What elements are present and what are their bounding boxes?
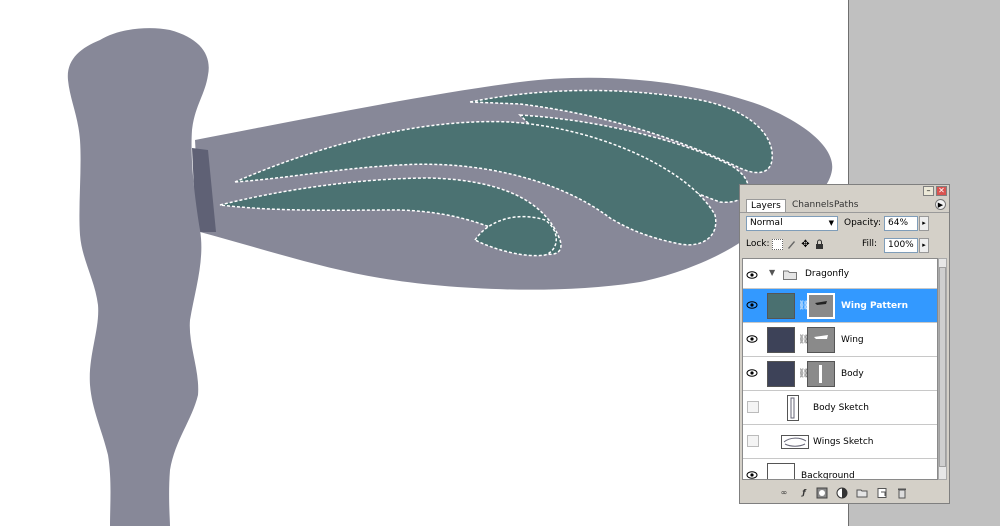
mask-icon[interactable] (816, 487, 828, 499)
tab-layers[interactable]: Layers (746, 199, 786, 212)
folder-icon (783, 270, 797, 280)
eye-icon[interactable] (745, 332, 759, 346)
layer-thumbnail (767, 361, 795, 387)
chevron-down-icon: ▼ (828, 219, 834, 227)
layer-thumbnail (767, 463, 795, 479)
visibility-toggle-off[interactable] (747, 435, 759, 447)
layer-row-body[interactable]: ⛓ Body (743, 357, 937, 391)
opacity-input[interactable]: 64% (884, 216, 918, 231)
scrollbar-thumb[interactable] (939, 267, 946, 467)
palette-bottom-toolbar: ∞ ƒ (740, 485, 949, 503)
blend-mode-select[interactable]: Normal ▼ (746, 216, 838, 231)
lock-move-icon[interactable]: ✥ (800, 239, 811, 250)
minimize-button[interactable]: – (923, 186, 934, 196)
layer-thumbnail (781, 435, 809, 449)
layer-name: Body (841, 369, 864, 379)
layers-palette[interactable]: – ✕ Layers Channels Paths ▶ Normal ▼ Opa… (739, 184, 950, 504)
layer-row-wing[interactable]: ⛓ Wing (743, 323, 937, 357)
new-layer-icon[interactable] (876, 487, 888, 499)
lock-all-icon[interactable] (814, 239, 825, 250)
tab-paths[interactable]: Paths (830, 199, 862, 212)
layer-list-scrollbar[interactable] (938, 258, 947, 480)
layer-thumbnail (767, 327, 795, 353)
mask-thumbnail[interactable] (807, 293, 835, 319)
lock-paint-icon[interactable] (786, 239, 797, 250)
palette-menu-icon[interactable]: ▶ (935, 199, 946, 210)
lock-label: Lock: (746, 239, 770, 249)
new-group-icon[interactable] (856, 487, 868, 499)
dragonfly-artwork (67, 28, 833, 526)
fill-slider-button[interactable]: ▸ (919, 238, 929, 253)
layer-name: Wings Sketch (813, 437, 874, 447)
layer-name: Body Sketch (813, 403, 869, 413)
adjustment-icon[interactable] (836, 487, 848, 499)
body-shape (67, 28, 209, 526)
lock-row: Lock: ✥ Fill: 100% ▸ (744, 237, 944, 255)
layer-name: Wing Pattern (841, 301, 908, 311)
visibility-toggle-off[interactable] (747, 401, 759, 413)
blend-row: Normal ▼ Opacity: 64% ▸ (744, 215, 944, 233)
triangle-down-icon[interactable]: ▼ (769, 268, 775, 277)
blend-mode-value: Normal (750, 218, 783, 228)
link-layers-icon[interactable]: ∞ (778, 487, 790, 499)
palette-tabs: Layers Channels Paths ▶ (740, 198, 949, 213)
trash-icon[interactable] (896, 487, 908, 499)
mask-thumbnail[interactable] (807, 361, 835, 387)
layer-name: Wing (841, 335, 864, 345)
layer-thumbnail (767, 293, 795, 319)
layer-list[interactable]: ▼ Dragonfly ⛓ Wing Pattern ⛓ Wing ⛓ Body… (742, 258, 938, 480)
mask-thumbnail[interactable] (807, 327, 835, 353)
document-canvas[interactable] (0, 0, 848, 526)
layer-row-wings-sketch[interactable]: Wings Sketch (743, 425, 937, 459)
palette-titlebar[interactable]: – ✕ (740, 185, 949, 198)
eye-icon[interactable] (745, 468, 759, 480)
opacity-label: Opacity: (844, 218, 881, 228)
fill-label: Fill: (862, 239, 878, 249)
layer-name: Dragonfly (805, 269, 850, 279)
opacity-slider-button[interactable]: ▸ (919, 216, 929, 231)
eye-icon[interactable] (745, 366, 759, 380)
lock-transparent-icon[interactable] (772, 239, 783, 250)
eye-icon[interactable] (745, 268, 759, 282)
layer-thumbnail (787, 395, 799, 421)
layer-style-icon[interactable]: ƒ (798, 487, 810, 499)
fill-input[interactable]: 100% (884, 238, 918, 253)
layer-row-dragonfly[interactable]: ▼ Dragonfly (743, 259, 937, 289)
layer-row-background[interactable]: Background (743, 459, 937, 480)
layer-row-body-sketch[interactable]: Body Sketch (743, 391, 937, 425)
layer-row-wing-pattern[interactable]: ⛓ Wing Pattern (743, 289, 937, 323)
eye-icon[interactable] (745, 298, 759, 312)
layer-name: Background (801, 471, 855, 480)
close-button[interactable]: ✕ (936, 186, 947, 196)
